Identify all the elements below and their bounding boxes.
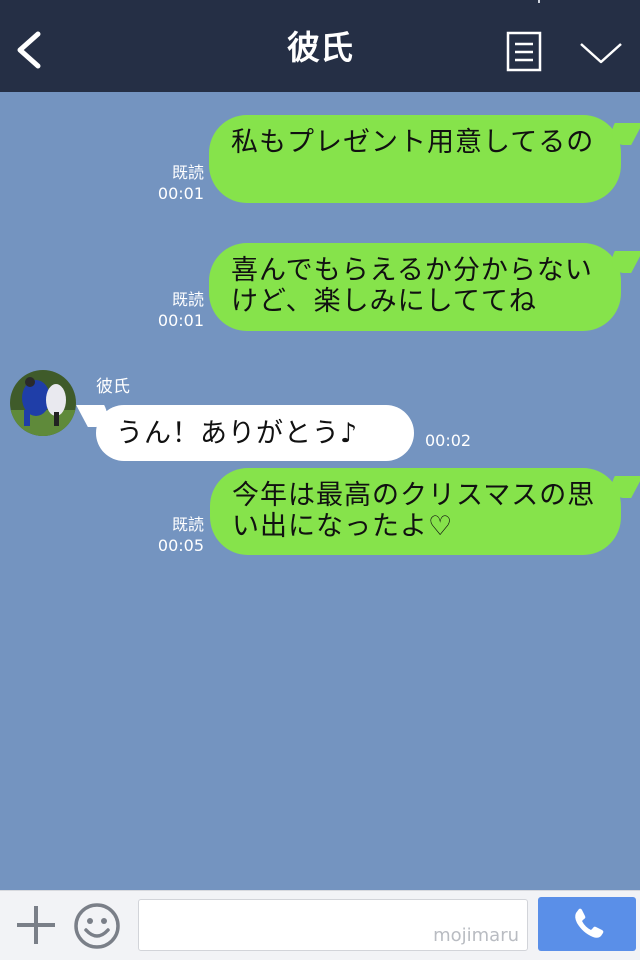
notes-button[interactable] bbox=[505, 30, 543, 74]
watermark-text: mojimaru bbox=[433, 925, 519, 946]
document-lines-icon bbox=[506, 31, 542, 72]
message-bubble-sent[interactable]: 今年は最高のクリスマスの思い出になったよ♡ bbox=[210, 468, 621, 555]
message-time: 00:02 bbox=[425, 431, 472, 450]
smiley-icon bbox=[74, 903, 120, 949]
chat-title: 彼氏 bbox=[287, 28, 353, 67]
avatar-image bbox=[10, 370, 76, 436]
message-time: 00:01 bbox=[157, 184, 204, 203]
plus-icon bbox=[17, 906, 55, 944]
message-time: 00:01 bbox=[157, 311, 204, 330]
message-input[interactable]: mojimaru bbox=[138, 899, 528, 951]
menu-dropdown-button[interactable] bbox=[578, 36, 624, 70]
read-receipt: 既読 bbox=[171, 290, 204, 309]
message-status-3: 既読 00:05 bbox=[144, 514, 204, 556]
add-attachment-button[interactable] bbox=[14, 903, 58, 947]
chat-header: 彼氏 bbox=[0, 0, 640, 92]
status-bar-fragment bbox=[538, 0, 540, 3]
phone-icon bbox=[575, 908, 604, 938]
message-bubble-sent[interactable]: 喜んでもらえるか分からないけど、楽しみにしててね bbox=[209, 243, 621, 331]
message-bubble-sent[interactable]: 私もプレゼント用意してるの bbox=[209, 115, 621, 203]
message-status-1: 既読 00:01 bbox=[144, 162, 204, 204]
read-receipt: 既読 bbox=[171, 515, 204, 534]
read-receipt: 既読 bbox=[171, 163, 204, 182]
message-status-2: 既読 00:01 bbox=[144, 289, 204, 331]
call-button[interactable] bbox=[538, 897, 636, 951]
chat-area[interactable]: 既読 00:01 私もプレゼント用意してるの 既読 00:01 喜んでもらえるか… bbox=[0, 92, 640, 890]
chevron-down-icon bbox=[580, 43, 622, 64]
emoji-button[interactable] bbox=[73, 902, 121, 950]
sender-name: 彼氏 bbox=[96, 377, 130, 397]
message-bubble-received[interactable]: うん！ありがとう♪ bbox=[96, 405, 414, 461]
message-time: 00:05 bbox=[157, 536, 204, 555]
contact-avatar[interactable] bbox=[10, 370, 76, 436]
message-input-bar: mojimaru bbox=[0, 890, 640, 960]
